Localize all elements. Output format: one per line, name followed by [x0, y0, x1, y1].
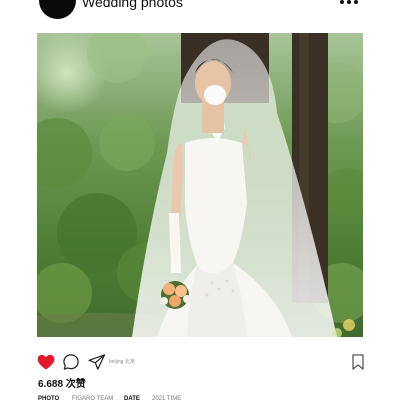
more-horizontal-icon: [347, 0, 351, 4]
comment-bubble-icon: [63, 354, 79, 370]
wedding-photo: [37, 33, 363, 337]
account-name[interactable]: Wedding photos: [82, 0, 183, 10]
date-label: DATE: [124, 396, 140, 402]
location-label[interactable]: beijing 北京: [109, 359, 135, 365]
more-options-button[interactable]: [338, 0, 360, 6]
photo-value: FIGARO TEAM: [72, 396, 114, 402]
more-horizontal-icon: [340, 0, 344, 4]
bookmark-button[interactable]: [348, 352, 368, 372]
heart-icon: [37, 354, 55, 370]
share-button[interactable]: [87, 352, 107, 372]
comment-button[interactable]: [61, 352, 81, 372]
photo-label: PHOTO: [38, 396, 60, 402]
post-actions: beijing 北京: [0, 352, 400, 374]
date-value: 2021 TIME: [152, 396, 182, 402]
paper-plane-icon: [88, 354, 106, 370]
bookmark-icon: [352, 354, 364, 370]
likes-count[interactable]: 6.688 次赞: [38, 379, 86, 391]
more-horizontal-icon: [354, 0, 358, 4]
post-photo[interactable]: [37, 33, 363, 337]
post-header: Wedding photos: [0, 0, 400, 22]
avatar[interactable]: [39, 0, 76, 19]
like-button[interactable]: [36, 352, 56, 372]
